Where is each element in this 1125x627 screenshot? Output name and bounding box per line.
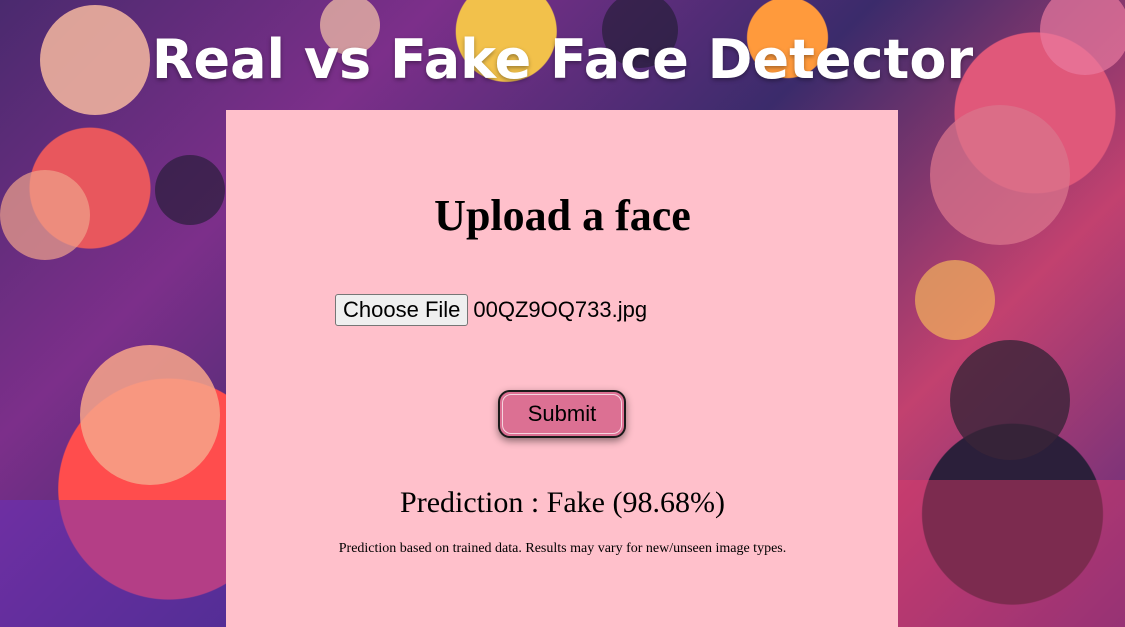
selected-file-name: 00QZ9OQ733.jpg [473,297,648,322]
upload-heading: Upload a face [434,191,691,240]
file-input[interactable]: Choose File 00QZ9OQ733.jpg [335,294,647,326]
page-title: Real vs Fake Face Detector [151,28,974,91]
prediction-disclaimer: Prediction based on trained data. Result… [338,541,787,556]
submit-button[interactable]: Submit [498,390,626,438]
prediction-result: Prediction : Fake (98.68%) [400,486,725,519]
choose-file-button[interactable]: Choose File [335,294,469,326]
